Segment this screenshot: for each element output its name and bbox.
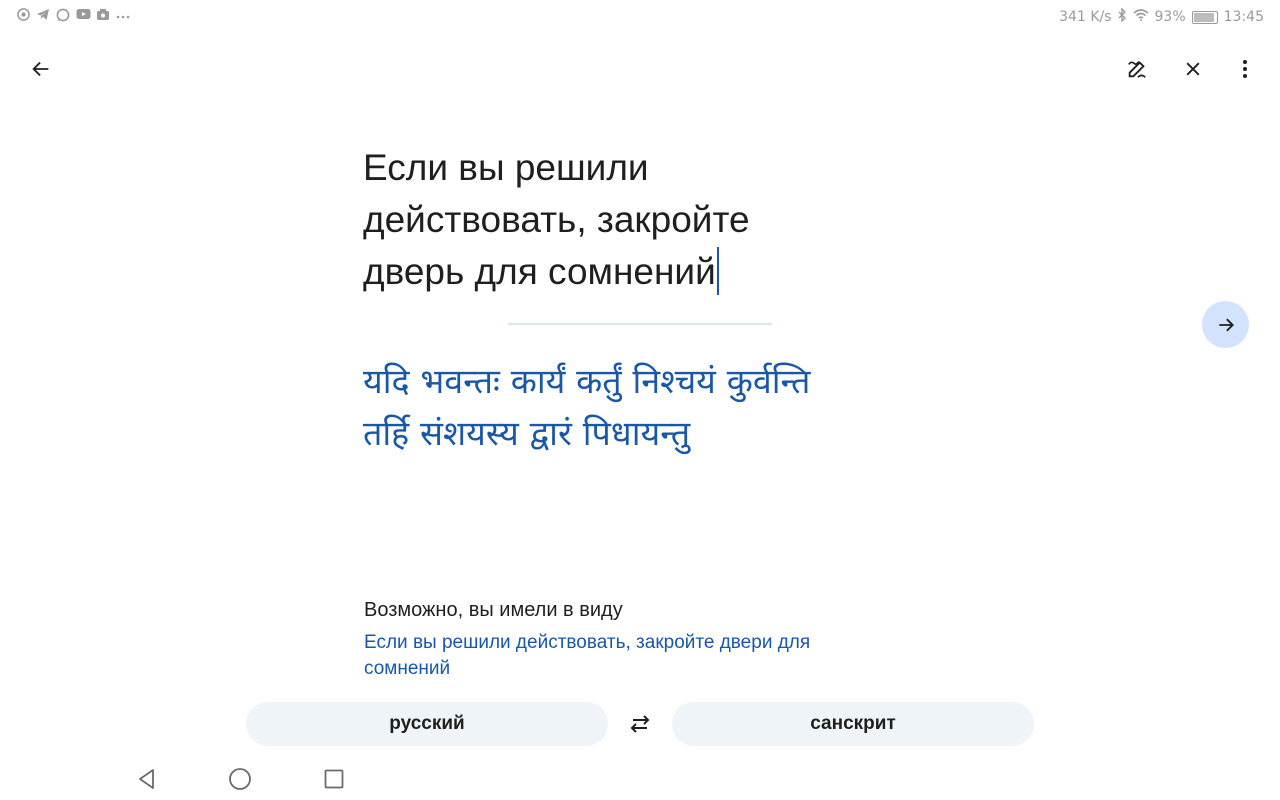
source-line: действовать, закройте — [363, 199, 750, 240]
whatsapp-icon — [56, 8, 70, 22]
swap-icon — [630, 715, 650, 733]
more-notifications-icon — [116, 8, 130, 22]
photos-icon — [96, 8, 110, 22]
status-bar: 341 K/s 93% 13:45 — [0, 0, 1280, 34]
nav-recents-icon — [324, 769, 344, 789]
section-divider — [508, 323, 772, 325]
translation-line: यदि भवन्तः कार्यं कर्तुं निश्चयं कुर्वन्… — [363, 362, 811, 402]
nav-home-button[interactable] — [225, 764, 255, 794]
telegram-icon — [36, 8, 50, 22]
translation-line: तर्हि संशयस्य द्वारं पिधायन्तु — [363, 414, 691, 454]
nav-back-icon — [139, 769, 154, 789]
swap-languages-button[interactable] — [620, 704, 660, 744]
battery-percent: 93% — [1154, 9, 1186, 25]
target-language-button[interactable]: санскрит — [672, 702, 1034, 746]
nav-home-icon — [229, 768, 251, 790]
more-options-button[interactable] — [1225, 49, 1265, 89]
translate-submit-button[interactable] — [1202, 301, 1249, 348]
back-button[interactable] — [21, 49, 61, 89]
text-caret — [716, 247, 719, 295]
source-line-with-caret: дверь для сомнений — [363, 246, 833, 298]
battery-icon — [1191, 10, 1218, 24]
chrome-icon — [16, 8, 30, 22]
translation-output: यदि भवन्तः कार्यं कर्तुं निश्चयं कुर्वन्… — [363, 356, 923, 460]
network-speed: 341 K/s — [1059, 9, 1112, 25]
source-language-button[interactable]: русский — [246, 702, 608, 746]
source-line: дверь для сомнений — [363, 251, 716, 292]
suggestion-title: Возможно, вы имели в виду — [364, 599, 623, 621]
handwriting-icon — [1128, 61, 1146, 78]
suggestion-link[interactable]: Если вы решили действовать, закройте две… — [364, 630, 884, 682]
wifi-icon — [1132, 9, 1149, 25]
bluetooth-icon — [1118, 7, 1127, 26]
handwriting-button[interactable] — [1117, 49, 1157, 89]
source-text-input[interactable]: Если вы решили действовать, закройте две… — [363, 142, 833, 298]
more-vert-icon — [1243, 60, 1247, 78]
clear-button[interactable] — [1173, 49, 1213, 89]
notification-icons — [16, 8, 130, 22]
arrow-back-icon — [32, 61, 49, 77]
translate-screen: 341 K/s 93% 13:45 Если вы решили действо… — [0, 0, 1280, 800]
arrow-forward-icon — [1218, 318, 1234, 331]
close-icon — [1186, 62, 1200, 76]
status-indicators: 341 K/s 93% 13:45 — [1059, 7, 1264, 26]
source-line: Если вы решили — [363, 147, 649, 188]
clock: 13:45 — [1223, 9, 1264, 25]
nav-recents-button[interactable] — [319, 764, 349, 794]
system-nav-bar — [0, 758, 1280, 800]
youtube-icon — [76, 8, 91, 22]
nav-back-button[interactable] — [132, 764, 162, 794]
